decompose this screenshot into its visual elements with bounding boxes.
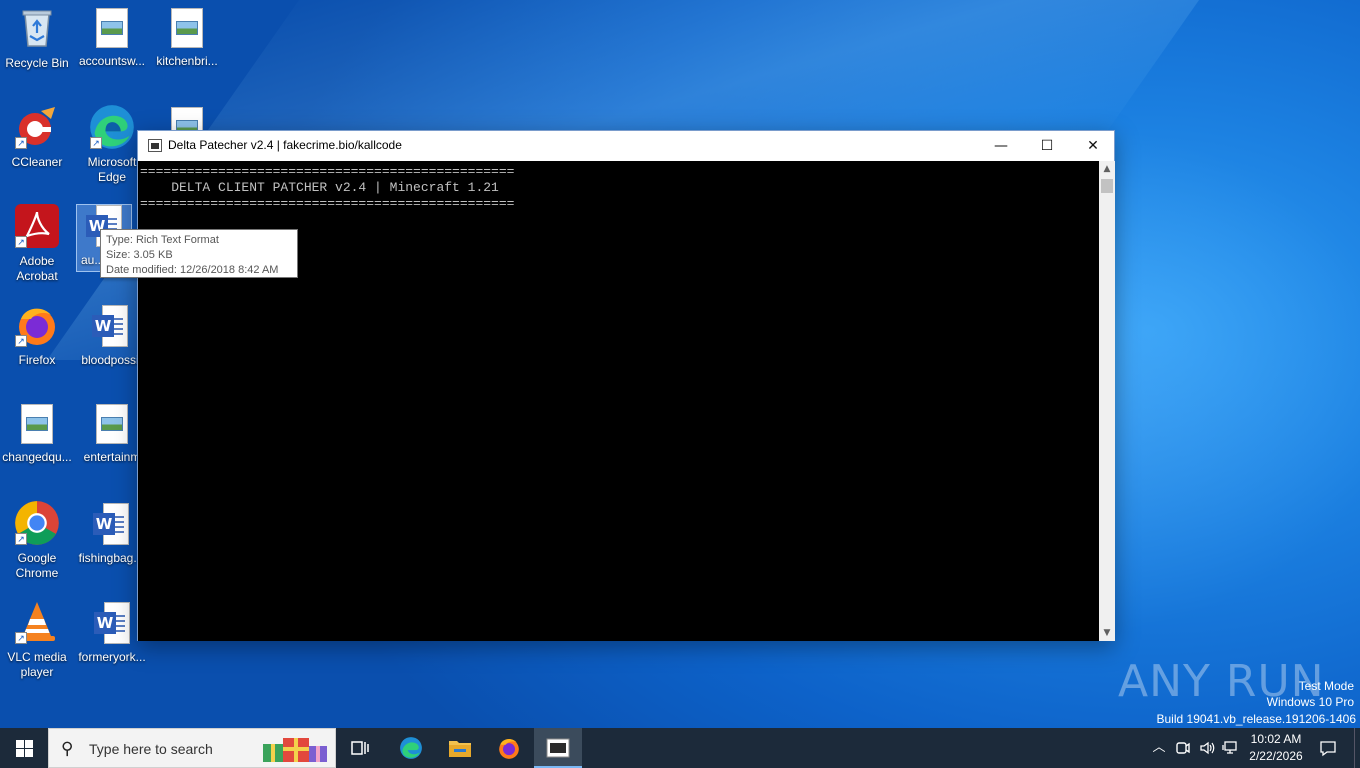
search-placeholder: Type here to search xyxy=(89,741,213,757)
desktop-icon-label: Firefox xyxy=(18,353,56,367)
taskbar-firefox[interactable] xyxy=(485,728,533,768)
desktop-icon-label: changedqu... xyxy=(2,450,72,464)
desktop-icon-label: formeryork... xyxy=(78,650,146,664)
maximize-button[interactable]: ☐ xyxy=(1024,131,1070,161)
close-button[interactable]: ✕ xyxy=(1070,131,1116,161)
shortcut-arrow-icon: ↗ xyxy=(15,335,27,347)
desktop-icon-kitchenbri[interactable]: kitchenbri... xyxy=(150,6,224,96)
image-file-icon xyxy=(171,8,203,48)
tooltip-type: Type: Rich Text Format xyxy=(106,234,219,246)
firefox-icon: ↗ xyxy=(15,303,59,347)
firefox-icon xyxy=(497,736,521,760)
console-window[interactable]: Delta Patecher v2.4 | fakecrime.bio/kall… xyxy=(137,130,1115,641)
taskbar-console-app[interactable] xyxy=(534,728,582,768)
word-document-icon: W xyxy=(93,503,129,545)
desktop-icon-vlc[interactable]: ↗ VLC media player xyxy=(0,600,74,690)
show-desktop-button[interactable] xyxy=(1354,728,1360,768)
adobe-acrobat-icon: ↗ xyxy=(15,204,59,248)
word-document-icon: W xyxy=(94,602,130,644)
desktop-icon-google-chrome[interactable]: ↗ Google Chrome xyxy=(0,501,74,591)
image-file-icon xyxy=(96,404,128,444)
tooltip-date: Date modified: 12/26/2018 8:42 AM xyxy=(106,264,279,276)
taskbar-clock[interactable]: 10:02 AM 2/22/2026 xyxy=(1238,731,1314,765)
start-button[interactable] xyxy=(0,728,48,768)
volume-icon[interactable] xyxy=(1196,728,1218,768)
desktop-icon-label: Adobe Acrobat xyxy=(16,254,58,283)
clock-time: 10:02 AM xyxy=(1250,732,1302,746)
desktop-icon-firefox[interactable]: ↗ Firefox xyxy=(0,303,74,393)
task-view-button[interactable] xyxy=(336,728,384,768)
minimize-button[interactable]: — xyxy=(978,131,1024,161)
shortcut-arrow-icon: ↗ xyxy=(15,236,27,248)
console-app-icon xyxy=(148,139,162,152)
edge-icon: ↗ xyxy=(90,105,134,149)
console-line: DELTA CLIENT PATCHER v2.4 | Minecraft 1.… xyxy=(140,180,499,195)
window-titlebar[interactable]: Delta Patecher v2.4 | fakecrime.bio/kall… xyxy=(138,131,1114,161)
watermark: ANY RUN Test Mode Windows 10 Pro Build 1… xyxy=(1118,656,1360,728)
show-hidden-icons-chevron-icon[interactable]: ︿ xyxy=(1148,728,1170,768)
scroll-down-arrow-icon[interactable]: ▼ xyxy=(1099,625,1115,641)
taskbar-search[interactable]: ⚲ Type here to search xyxy=(48,728,336,768)
chrome-icon: ↗ xyxy=(15,501,59,545)
console-app-icon xyxy=(546,738,570,758)
clock-date: 2/22/2026 xyxy=(1249,749,1303,763)
desktop-icon-label: VLC media player xyxy=(7,650,67,679)
test-mode-text: Test Mode xyxy=(1298,679,1354,693)
edge-icon xyxy=(399,736,423,760)
desktop-icon-changedqu[interactable]: changedqu... xyxy=(0,402,74,492)
desktop-icon-recycle-bin[interactable]: Recycle Bin xyxy=(0,6,74,96)
taskbar: ⚲ Type here to search ︿ 10:02 AM 2/22/20… xyxy=(0,728,1360,768)
file-tooltip: Type: Rich Text Format Size: 3.05 KB Dat… xyxy=(100,229,298,278)
taskbar-edge[interactable] xyxy=(387,728,435,768)
window-title: Delta Patecher v2.4 | fakecrime.bio/kall… xyxy=(168,138,402,152)
desktop-icon-label: kitchenbri... xyxy=(156,54,218,68)
desktop-icon-adobe-acrobat[interactable]: ↗ Adobe Acrobat xyxy=(0,204,74,294)
recycle-bin-icon xyxy=(15,6,59,50)
desktop-icon-label: accountsw... xyxy=(78,54,146,68)
word-document-icon: W xyxy=(92,305,128,347)
vlc-icon: ↗ xyxy=(15,600,59,644)
image-file-icon xyxy=(96,8,128,48)
desktop-icon-accountsw[interactable]: accountsw... xyxy=(75,6,149,96)
ccleaner-icon: ↗ xyxy=(15,105,59,149)
action-center-icon[interactable] xyxy=(1314,728,1342,768)
meet-now-icon[interactable] xyxy=(1172,728,1194,768)
search-icon: ⚲ xyxy=(61,739,74,759)
desktop-icon-label: CCleaner xyxy=(11,155,63,169)
os-edition-text: Windows 10 Pro xyxy=(1266,695,1354,709)
build-text: Build 19041.vb_release.191206-1406 xyxy=(1156,712,1357,726)
shortcut-arrow-icon: ↗ xyxy=(15,533,27,545)
console-scrollbar[interactable]: ▲ ▼ xyxy=(1099,161,1115,641)
scrollbar-thumb[interactable] xyxy=(1101,179,1113,193)
console-line: ========================================… xyxy=(140,164,515,179)
taskbar-file-explorer[interactable] xyxy=(436,728,484,768)
scroll-up-arrow-icon[interactable]: ▲ xyxy=(1099,161,1115,177)
gift-boxes-icon[interactable] xyxy=(261,734,331,764)
image-file-icon xyxy=(21,404,53,444)
desktop-icon-hidden-file[interactable] xyxy=(150,105,224,133)
shortcut-arrow-icon: ↗ xyxy=(15,137,27,149)
shortcut-arrow-icon: ↗ xyxy=(90,137,102,149)
tooltip-size: Size: 3.05 KB xyxy=(106,249,173,261)
desktop-icon-label: Recycle Bin xyxy=(5,56,69,70)
desktop-icon-label: Google Chrome xyxy=(15,551,59,580)
folder-icon xyxy=(448,737,472,759)
shortcut-arrow-icon: ↗ xyxy=(15,632,27,644)
task-view-icon xyxy=(350,738,370,758)
console-line: ========================================… xyxy=(140,196,515,211)
desktop-icon-ccleaner[interactable]: ↗ CCleaner xyxy=(0,105,74,195)
